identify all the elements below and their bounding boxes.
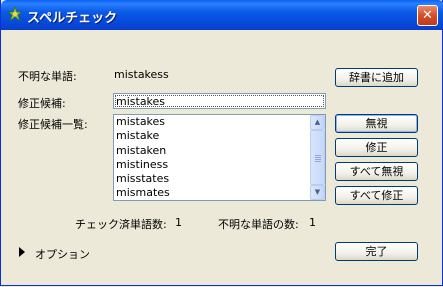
list-item[interactable]: mistiness (116, 158, 309, 172)
list-item[interactable]: mistake (116, 129, 309, 143)
correction-input[interactable] (113, 93, 326, 109)
close-button[interactable]: ✕ (417, 5, 438, 26)
correction-label: 修正候補: (18, 97, 66, 110)
add-to-dictionary-button[interactable]: 辞書に追加 (335, 68, 418, 87)
ignore-button[interactable]: 無視 (335, 114, 418, 133)
list-item[interactable]: mismates (116, 186, 309, 200)
correct-all-button[interactable]: すべて修正 (335, 186, 418, 205)
list-item[interactable]: mistakes (116, 115, 309, 129)
spell-check-dialog: スペルチェック ✕ 不明な単語: mistakess 辞書に追加 修正候補: 修… (0, 0, 443, 286)
list-item[interactable]: misstates (116, 172, 309, 186)
app-icon (7, 6, 23, 22)
window-title: スペルチェック (27, 11, 118, 26)
unknown-words-label: 不明な単語の数: (218, 218, 299, 231)
unknown-word-label: 不明な単語: (18, 70, 77, 83)
ignore-all-button[interactable]: すべて無視 (335, 162, 418, 181)
triangle-right-icon[interactable] (19, 247, 25, 257)
scroll-up-icon[interactable]: ▲ (310, 115, 325, 130)
scroll-thumb[interactable] (310, 130, 325, 185)
title-bar: スペルチェック ✕ (1, 0, 443, 30)
checked-words-label: チェック済単語数: (75, 218, 167, 231)
grip-icon (315, 155, 321, 156)
correct-button[interactable]: 修正 (335, 138, 418, 157)
done-button[interactable]: 完了 (335, 242, 418, 261)
scroll-down-icon[interactable]: ▼ (310, 185, 325, 200)
list-scrollbar[interactable]: ▲ ▼ (310, 115, 325, 200)
options-label[interactable]: オプション (35, 246, 90, 262)
unknown-word-value: mistakess (114, 68, 169, 81)
candidates-list[interactable]: mistakes mistake mistaken mistiness miss… (113, 114, 326, 201)
list-item[interactable]: mistaken (116, 144, 309, 158)
candidates-items: mistakes mistake mistaken mistiness miss… (116, 115, 309, 200)
unknown-words-count: 1 (309, 216, 316, 229)
checked-words-count: 1 (175, 216, 182, 229)
candidates-label: 修正候補一覧: (18, 118, 88, 131)
